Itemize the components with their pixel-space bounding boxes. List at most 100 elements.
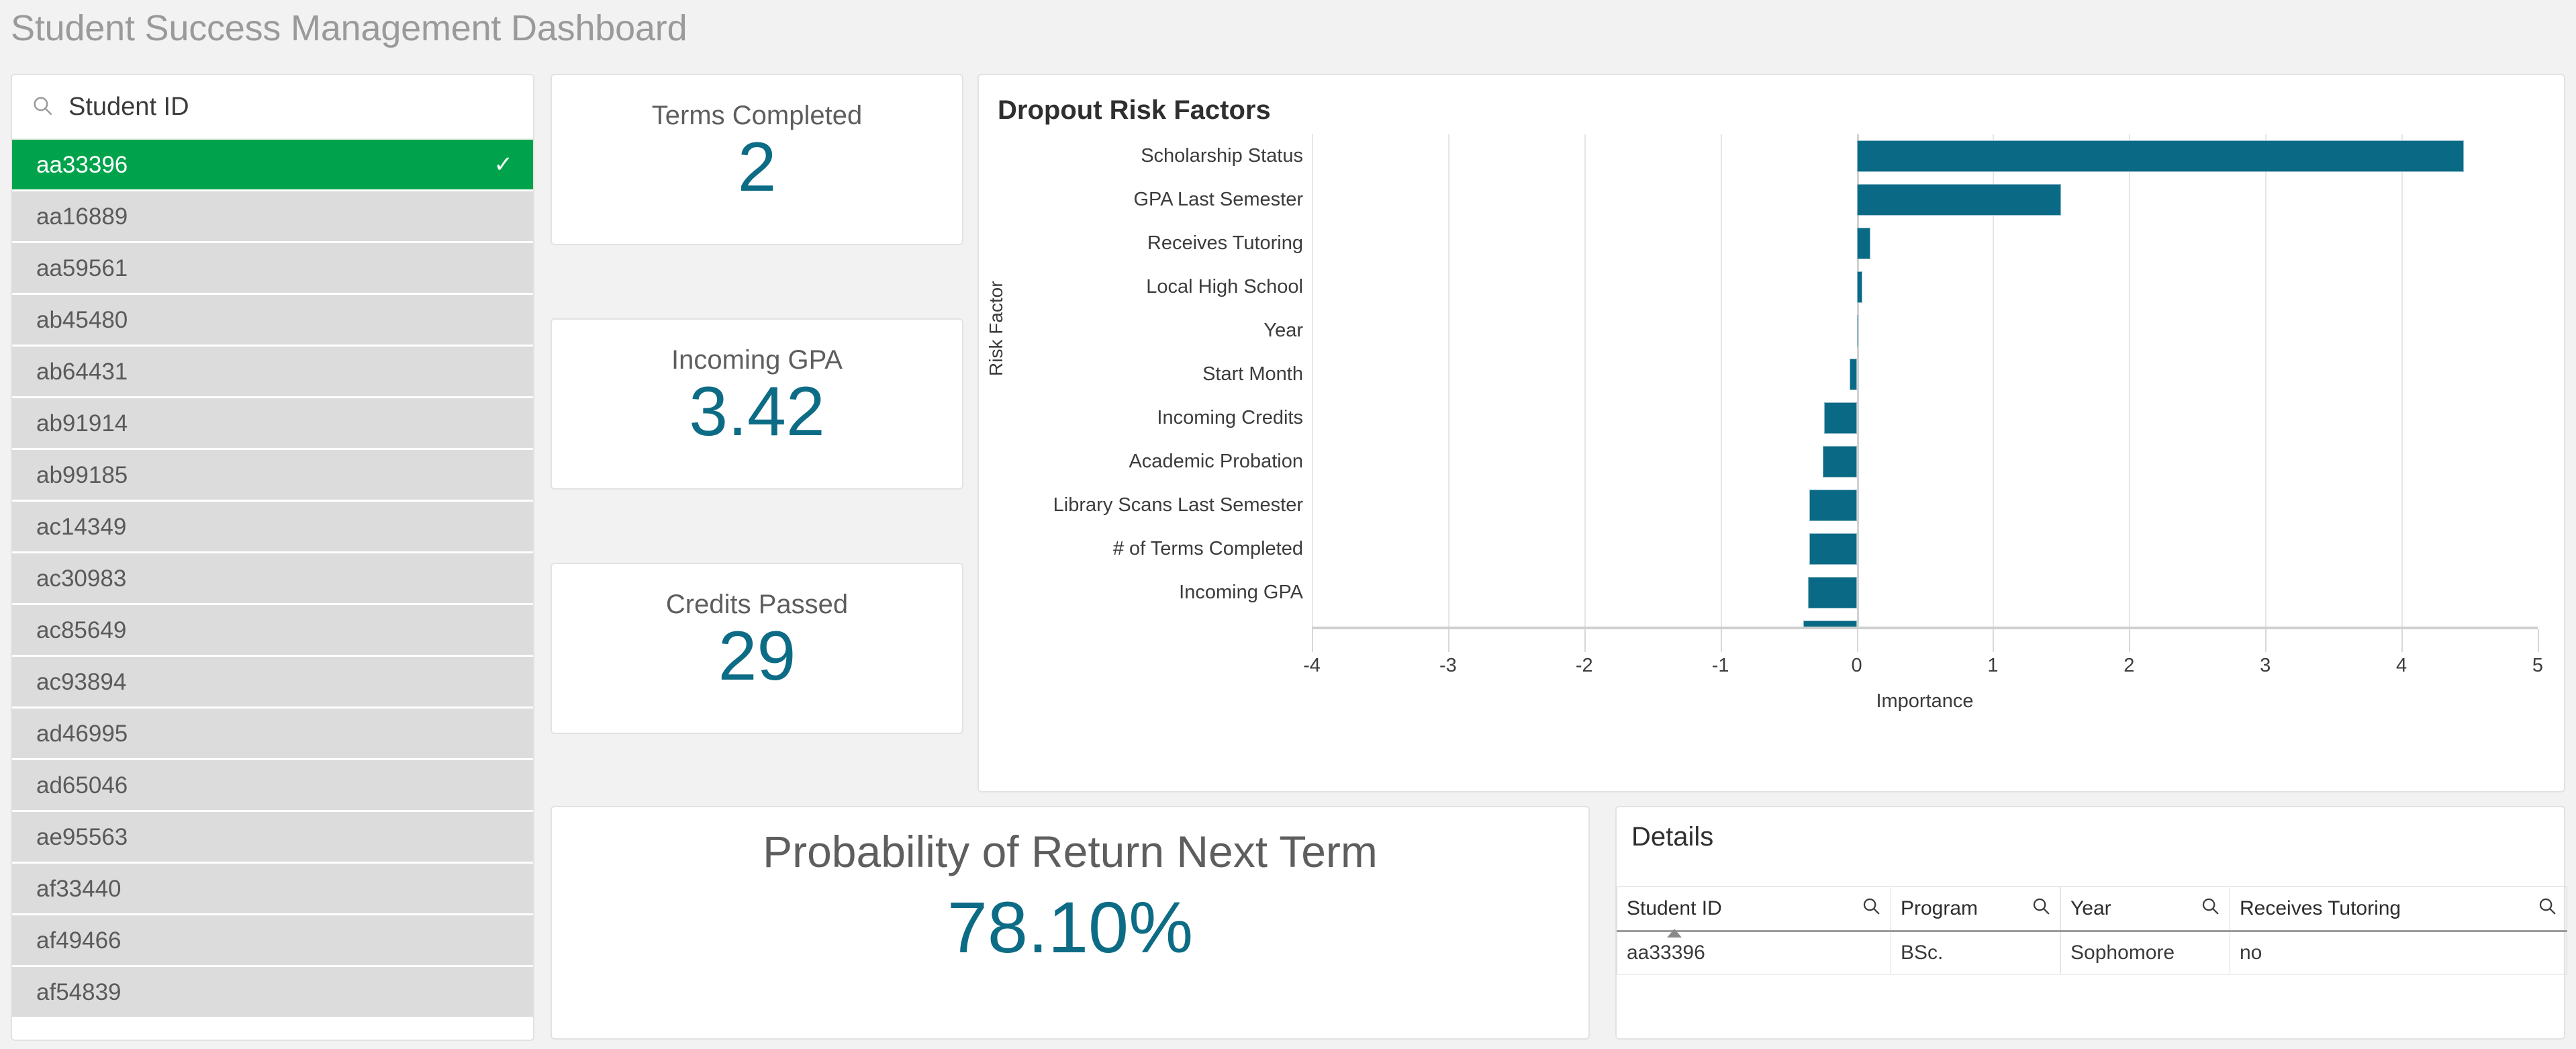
table-column-header-label: Year (2070, 897, 2111, 919)
table-column-header[interactable]: Student ID (1617, 886, 1891, 938)
kpi-title: Probability of Return Next Term (763, 827, 1378, 876)
list-item-label: ac85649 (36, 617, 127, 643)
list-item[interactable]: af33440 (12, 864, 533, 915)
kpi-title: Credits Passed (665, 590, 849, 619)
search-icon[interactable] (2537, 896, 2557, 921)
kpi-value: 29 (718, 617, 796, 695)
bar-row (1312, 440, 2538, 484)
table-cell: no (2230, 931, 2567, 974)
bar-row (1312, 178, 2538, 222)
x-axis-tick-label: -1 (1711, 655, 1729, 676)
search-icon[interactable] (2200, 896, 2220, 921)
list-item-label: ad65046 (36, 772, 128, 799)
bar-row (1312, 309, 2538, 353)
bar[interactable] (1809, 490, 1857, 521)
list-item-label: af54839 (36, 978, 122, 1005)
list-item-label: ab99185 (36, 461, 128, 488)
x-axis-tick (1720, 629, 1722, 652)
bar[interactable] (1856, 140, 2465, 172)
student-id-listbox: Student ID aa33396 ✓ aa16889 aa59561 ab45480… (11, 74, 534, 1041)
bar-row (1312, 484, 2538, 527)
table-column-header[interactable]: Program (1891, 886, 2061, 932)
bar[interactable] (1809, 533, 1857, 565)
kpi-value: 78.10% (947, 886, 1194, 968)
search-icon (31, 94, 54, 120)
search-icon[interactable] (1861, 896, 1881, 921)
x-axis-tick (2538, 629, 2539, 652)
table-column-header-label: Program (1901, 897, 1978, 919)
x-axis-tick-label: 3 (2260, 655, 2271, 676)
list-item[interactable]: ad65046 (12, 760, 533, 812)
list-item-label: ab64431 (36, 358, 128, 385)
bar-row (1312, 527, 2538, 571)
list-item[interactable]: ab64431 (12, 347, 533, 398)
list-item[interactable]: aa33396 ✓ (12, 140, 533, 191)
y-axis-tick-label: Receives Tutoring (1147, 232, 1303, 254)
list-item[interactable]: ad46995 (12, 709, 533, 760)
list-item[interactable]: af49466 (12, 915, 533, 967)
x-axis-tick (2401, 629, 2403, 652)
list-item[interactable]: ab91914 (12, 398, 533, 450)
y-axis-tick-label: Academic Probation (1129, 451, 1303, 472)
kpi-value: 3.42 (689, 373, 825, 451)
kpi-terms-completed: Terms Completed 2 (551, 74, 963, 245)
y-axis-tick-label: Scholarship Status (1141, 145, 1303, 167)
table-cell: BSc. (1891, 931, 2061, 974)
bar-row (1312, 571, 2538, 614)
list-item-label: aa59561 (36, 255, 128, 281)
bar[interactable] (1856, 271, 1862, 303)
x-axis-tick-label: -2 (1575, 655, 1593, 676)
bar[interactable] (1856, 315, 1858, 347)
chart-area: Risk Factor Scholarship Status GPA Last S… (979, 134, 2567, 794)
x-axis-tick (1447, 629, 1449, 652)
list-item[interactable]: ac85649 (12, 605, 533, 657)
y-axis-tick-label: Year (1263, 320, 1303, 341)
bar[interactable] (1823, 402, 1857, 434)
x-axis-tick (1584, 629, 1586, 652)
x-axis-tick (1312, 629, 1313, 652)
list-item[interactable]: ac93894 (12, 657, 533, 709)
student-id-list[interactable]: aa33396 ✓ aa16889 aa59561 ab45480 ab64431 ab91… (12, 140, 533, 1019)
bar[interactable] (1856, 228, 1870, 259)
list-item[interactable]: ae95563 (12, 812, 533, 864)
list-item[interactable]: af54839 (12, 967, 533, 1019)
student-id-search-field[interactable]: Student ID (12, 75, 533, 140)
details-table-card: Details Student ID Program Year Receives Tu… (1615, 806, 2567, 1040)
list-item[interactable]: ab99185 (12, 450, 533, 502)
x-axis-tick (1856, 629, 1858, 652)
list-item-label: aa16889 (36, 203, 128, 230)
kpi-incoming-gpa: Incoming GPA 3.42 (551, 318, 963, 490)
details-title: Details (1631, 822, 1714, 852)
y-axis-tick-label: Local High School (1146, 276, 1303, 298)
table-column-header-label: Student ID (1627, 897, 1722, 938)
x-axis-tick-label: -4 (1303, 655, 1321, 676)
x-axis-tick (2129, 629, 2131, 652)
list-item[interactable]: ab45480 (12, 295, 533, 347)
list-item[interactable]: ac30983 (12, 553, 533, 605)
bar[interactable] (1822, 446, 1857, 477)
bar-row (1312, 396, 2538, 440)
list-item[interactable]: aa16889 (12, 191, 533, 243)
chart-title: Dropout Risk Factors (998, 95, 1271, 125)
y-axis-tick-label: # of Terms Completed (1112, 538, 1303, 559)
table-column-header[interactable]: Year (2060, 886, 2230, 932)
bar[interactable] (1803, 621, 1857, 627)
check-icon: ✓ (493, 151, 514, 177)
list-item[interactable]: aa59561 (12, 243, 533, 295)
table-cell: Sophomore (2060, 931, 2230, 974)
list-item[interactable]: ac14349 (12, 502, 533, 553)
y-axis-tick-label: GPA Last Semester (1133, 189, 1303, 210)
y-axis-tick-labels: Scholarship Status GPA Last Semester Recei… (999, 134, 1311, 614)
list-item-label: ac93894 (36, 668, 127, 695)
search-icon[interactable] (2031, 896, 2051, 921)
table-row[interactable]: aa33396 BSc. Sophomore no (1617, 931, 2567, 974)
bar[interactable] (1850, 359, 1857, 390)
table-column-header-label: Receives Tutoring (2240, 897, 2401, 919)
bar-row (1312, 222, 2538, 265)
x-axis-title: Importance (1876, 690, 1974, 712)
kpi-title: Incoming GPA (671, 345, 843, 375)
bar[interactable] (1856, 184, 2061, 216)
bar[interactable] (1807, 577, 1857, 608)
table-column-header[interactable]: Receives Tutoring (2230, 886, 2567, 932)
y-axis-tick-label: Start Month (1202, 363, 1303, 385)
